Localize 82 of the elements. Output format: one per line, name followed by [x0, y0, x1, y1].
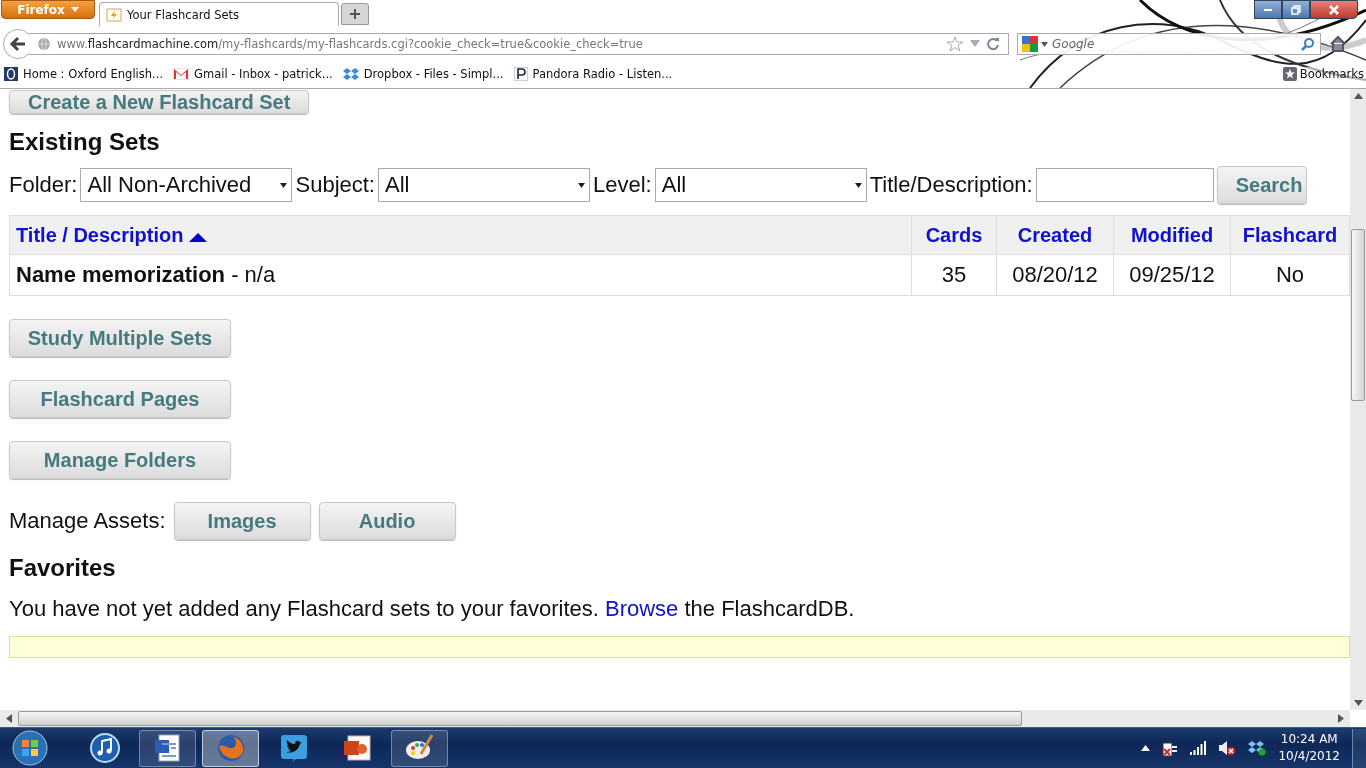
create-set-button[interactable]: Create a New Flashcard Set [9, 90, 310, 114]
search-button[interactable]: Search [1216, 166, 1308, 204]
column-sort-link[interactable]: Title / Description [16, 224, 208, 246]
action-button[interactable]: Flashcard Pages [9, 380, 231, 418]
music-note-icon [88, 732, 121, 764]
filter-label: Subject: [295, 172, 375, 198]
horizontal-scrollbar[interactable] [0, 710, 1350, 727]
search-field[interactable]: Google [1017, 33, 1321, 55]
show-desktop-button[interactable] [1352, 728, 1366, 768]
filter-dropdown[interactable]: All [654, 168, 867, 202]
dropdown-arrow-icon [854, 182, 862, 188]
filter-label: Title/Description: [869, 172, 1033, 198]
taskbar-app-button[interactable] [202, 729, 259, 767]
google-logo-icon [1022, 36, 1038, 52]
section-heading: Favorites [9, 554, 116, 582]
filter-dropdown[interactable]: All [378, 168, 590, 202]
sort-up-icon [189, 232, 208, 242]
browse-link[interactable]: Browse [605, 596, 679, 621]
plus-icon [349, 8, 361, 20]
reload-icon[interactable] [986, 37, 1000, 51]
minimize-button[interactable] [1254, 0, 1282, 19]
section-heading: Existing Sets [9, 128, 160, 156]
dropdown-arrow-icon [578, 182, 585, 188]
new-tab-button[interactable] [341, 3, 369, 25]
taskbar-app-button[interactable] [139, 729, 196, 767]
scroll-up-icon[interactable] [1353, 93, 1363, 99]
back-arrow-icon [9, 36, 27, 52]
star-icon[interactable] [946, 36, 964, 52]
filter-label: Level: [593, 172, 652, 198]
scroll-right-icon[interactable] [1338, 714, 1344, 723]
letter-o-icon [4, 67, 18, 81]
search-icon[interactable] [1301, 37, 1315, 51]
restore-icon [1291, 4, 1301, 15]
filter-dropdown[interactable]: All Non-Archived [80, 168, 293, 202]
table-cell: 35 [941, 262, 967, 287]
close-icon [1328, 4, 1340, 15]
table-cell: No [1275, 262, 1305, 287]
windows-orb-icon [12, 730, 48, 766]
lightning-card-icon [106, 6, 122, 23]
address-bar[interactable]: www.flashcardmachine.com/my-flashcards/my-flashcards.cgi?cookie_check=true&cookie_check=true [29, 33, 1009, 55]
open-box-icon [342, 67, 359, 81]
asset-button[interactable]: Images [173, 502, 311, 540]
scroll-down-icon[interactable] [1353, 700, 1363, 707]
scrollbar-thumb[interactable] [1351, 229, 1365, 401]
favorites-message: You have not yet added any Flashcard sets to your favorites. Browse the FlashcardDB. [9, 596, 855, 622]
url-text: www.flashcardmachine.com/my-flashcards/my-flashcards.cgi?cookie_check=true&cookie_check=true [57, 37, 644, 51]
bookmark-item[interactable]: Pandora Radio - Listen... [513, 67, 673, 81]
scroll-left-icon[interactable] [6, 714, 12, 723]
assets-label: Manage Assets: [9, 508, 166, 534]
caret-icon [70, 7, 79, 12]
start-button[interactable] [10, 728, 50, 768]
table-cell: 09/25/12 [1129, 262, 1215, 287]
show-hidden-icons-icon[interactable] [1141, 745, 1151, 751]
signal-bars-icon[interactable] [1190, 741, 1207, 755]
bookmarks-menu-button[interactable]: Bookmarks [1280, 67, 1366, 81]
vertical-scrollbar[interactable] [1350, 89, 1366, 711]
letter-p-icon [513, 67, 528, 81]
set-title-link[interactable]: Name memorization - n/a [16, 262, 276, 287]
bookmark-item[interactable]: Home : Oxford English... [4, 67, 164, 81]
maximize-button[interactable] [1282, 0, 1310, 19]
globe-icon [37, 37, 51, 51]
open-box-icon[interactable] [1248, 740, 1267, 756]
minimize-icon [1264, 8, 1272, 11]
dropdown-arrow-icon[interactable] [1041, 42, 1048, 47]
browser-tab[interactable]: Your Flashcard Sets [99, 2, 339, 26]
star-folder-icon [1282, 67, 1297, 81]
dropdown-arrow-icon [280, 182, 288, 188]
speaker-muted-icon[interactable] [1218, 740, 1237, 756]
filter-label: Folder: [9, 172, 78, 198]
home-icon[interactable] [1329, 35, 1347, 53]
asset-button[interactable]: Audio [318, 502, 456, 540]
table-cell: 08/20/12 [1012, 262, 1098, 287]
scrollbar-thumb[interactable] [18, 711, 1022, 726]
title-search-field[interactable] [1035, 168, 1214, 202]
clock[interactable]: 10:24 AM 10/4/2012 [1278, 731, 1340, 765]
action-button[interactable]: Study Multiple Sets [9, 319, 231, 357]
taskbar-app-button[interactable] [391, 729, 448, 767]
bookmark-item[interactable]: Gmail - Inbox - patrick... [173, 67, 333, 81]
close-button[interactable] [1310, 0, 1358, 19]
action-button[interactable]: Manage Folders [9, 441, 231, 479]
envelope-icon [173, 68, 190, 80]
bookmark-item[interactable]: Dropbox - Files - Simpl... [342, 67, 504, 81]
